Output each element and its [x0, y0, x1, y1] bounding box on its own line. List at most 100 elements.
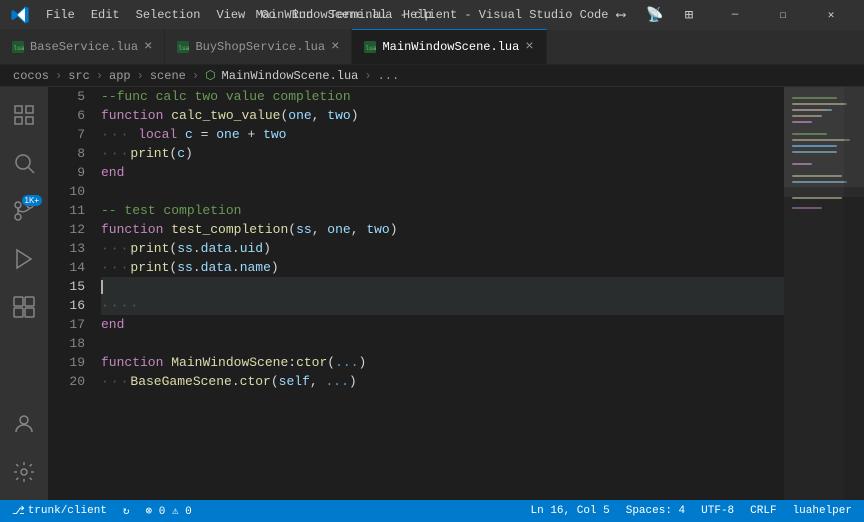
- breadcrumb-more[interactable]: ...: [378, 69, 400, 83]
- main-area: 1K+ 5 6 7 8 9 10 11 12 13: [0, 87, 864, 500]
- minimap[interactable]: [784, 87, 864, 500]
- status-language[interactable]: luahelper: [789, 500, 856, 522]
- line-numbers: 5 6 7 8 9 10 11 12 13 14 15 16 17 18 19 …: [48, 87, 93, 500]
- status-errors[interactable]: ⊗ 0 ⚠ 0: [142, 500, 196, 522]
- tab-base-service[interactable]: lua BaseService.lua ×: [0, 29, 165, 64]
- activity-run[interactable]: [0, 235, 48, 283]
- status-right: Ln 16, Col 5 Spaces: 4 UTF-8 CRLF luahel…: [527, 500, 856, 522]
- status-bar: ⎇ trunk/client ↻ ⊗ 0 ⚠ 0 Ln 16, Col 5 Sp…: [0, 500, 864, 522]
- line-num-11: 11: [48, 201, 85, 220]
- window-controls: ⟷ 📡 ⊞ — ☐ ✕: [608, 0, 854, 30]
- cursor-position: Ln 16, Col 5: [531, 505, 610, 517]
- status-line-ending[interactable]: CRLF: [746, 500, 780, 522]
- close-button[interactable]: ✕: [808, 0, 854, 30]
- code-line-6: function calc_two_value(one, two): [101, 106, 784, 125]
- breadcrumb-sep5: ›: [364, 69, 371, 83]
- line-num-18: 18: [48, 334, 85, 353]
- tab-main-window[interactable]: lua MainWindowScene.lua ×: [352, 29, 546, 64]
- line-num-5: 5: [48, 87, 85, 106]
- tab-buy-label: BuyShopService.lua: [195, 40, 325, 54]
- line-num-19: 19: [48, 353, 85, 372]
- line-num-17: 17: [48, 315, 85, 334]
- code-line-13: ···print(ss.data.uid): [101, 239, 784, 258]
- tabs-bar: lua BaseService.lua × lua BuyShopService…: [0, 30, 864, 65]
- breadcrumb-scene[interactable]: scene: [150, 69, 186, 83]
- status-sync[interactable]: ↻: [119, 500, 134, 522]
- code-line-16: ····: [101, 296, 784, 315]
- activity-account[interactable]: [0, 400, 48, 448]
- status-left: ⎇ trunk/client ↻ ⊗ 0 ⚠ 0: [8, 500, 196, 522]
- editor-container[interactable]: 5 6 7 8 9 10 11 12 13 14 15 16 17 18 19 …: [48, 87, 864, 500]
- activity-source-control[interactable]: 1K+: [0, 187, 48, 235]
- activity-extensions[interactable]: [0, 283, 48, 331]
- line-num-20: 20: [48, 372, 85, 391]
- sync-icon: ↻: [123, 504, 130, 518]
- eol-type: CRLF: [750, 505, 776, 517]
- code-line-5: --func calc two value completion: [101, 87, 784, 106]
- code-line-10: [101, 182, 784, 201]
- minimap-viewport[interactable]: [784, 87, 864, 187]
- line-num-6: 6: [48, 106, 85, 125]
- menu-file[interactable]: File: [38, 0, 83, 30]
- breadcrumb-filename[interactable]: MainWindowScene.lua: [222, 69, 359, 83]
- line-num-8: 8: [48, 144, 85, 163]
- tab-buy-close[interactable]: ×: [331, 40, 339, 54]
- text-cursor: [101, 280, 103, 294]
- code-line-11: -- test completion: [101, 201, 784, 220]
- lua-file-icon3: lua: [364, 41, 376, 53]
- status-spaces[interactable]: Spaces: 4: [622, 500, 689, 522]
- lua-file-icon: lua: [12, 41, 24, 53]
- breadcrumb-src[interactable]: src: [68, 69, 90, 83]
- breadcrumb-cocos[interactable]: cocos: [13, 69, 49, 83]
- svg-text:lua: lua: [14, 45, 25, 52]
- tab-base-close[interactable]: ×: [144, 40, 152, 54]
- status-encoding[interactable]: UTF-8: [697, 500, 738, 522]
- window-title: MainWindowScene.lua - client - Visual St…: [256, 8, 609, 22]
- activity-bar: 1K+: [0, 87, 48, 500]
- breadcrumb-sep4: ›: [192, 69, 199, 83]
- layout-icon[interactable]: ⊞: [676, 4, 702, 26]
- activity-search[interactable]: [0, 139, 48, 187]
- error-warning-count: ⊗ 0 ⚠ 0: [146, 504, 192, 518]
- code-line-19: function MainWindowScene:ctor(...): [101, 353, 784, 372]
- breadcrumb-app[interactable]: app: [109, 69, 131, 83]
- line-num-16: 16: [48, 296, 85, 315]
- tab-main-label: MainWindowScene.lua: [382, 40, 519, 54]
- vscode-icon: [10, 5, 30, 25]
- line-num-7: 7: [48, 125, 85, 144]
- code-line-18: [101, 334, 784, 353]
- code-editor[interactable]: --func calc two value completion functio…: [93, 87, 784, 500]
- title-bar: File Edit Selection View Go Run Terminal…: [0, 0, 864, 30]
- code-line-12: function test_completion(ss, one, two): [101, 220, 784, 239]
- activity-settings[interactable]: [0, 448, 48, 496]
- code-line-8: ···print(c): [101, 144, 784, 163]
- remote-icon[interactable]: ⟷: [608, 4, 634, 26]
- file-encoding: UTF-8: [701, 505, 734, 517]
- activity-explorer[interactable]: [0, 91, 48, 139]
- tab-base-label: BaseService.lua: [30, 40, 138, 54]
- status-cursor-pos[interactable]: Ln 16, Col 5: [527, 500, 614, 522]
- line-num-15: 15: [48, 277, 85, 296]
- maximize-button[interactable]: ☐: [760, 0, 806, 30]
- breadcrumb-sep3: ›: [137, 69, 144, 83]
- line-num-14: 14: [48, 258, 85, 277]
- tab-main-close[interactable]: ×: [525, 40, 533, 54]
- menu-view[interactable]: View: [208, 0, 253, 30]
- lua-file-icon2: lua: [177, 41, 189, 53]
- code-line-9: end: [101, 163, 784, 182]
- source-control-badge: 1K+: [22, 195, 42, 206]
- tab-buy-shop[interactable]: lua BuyShopService.lua ×: [165, 29, 352, 64]
- branch-icon: ⎇: [12, 504, 25, 518]
- code-line-20: ···BaseGameScene.ctor(self, ...): [101, 372, 784, 391]
- menu-selection[interactable]: Selection: [128, 0, 209, 30]
- code-line-17: end: [101, 315, 784, 334]
- broadcast-icon[interactable]: 📡: [642, 4, 668, 26]
- code-line-7: ··· local c = one + two: [101, 125, 784, 144]
- minimize-button[interactable]: —: [712, 0, 758, 30]
- menu-edit[interactable]: Edit: [83, 0, 128, 30]
- breadcrumb-sep1: ›: [55, 69, 62, 83]
- line-num-9: 9: [48, 163, 85, 182]
- activity-bottom: [0, 400, 48, 500]
- breadcrumb: cocos › src › app › scene › ⬡ MainWindow…: [0, 65, 864, 87]
- status-branch[interactable]: ⎇ trunk/client: [8, 500, 111, 522]
